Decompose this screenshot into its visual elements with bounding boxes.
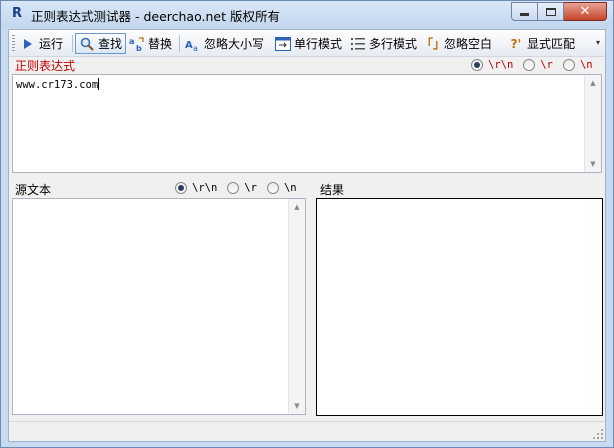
client-area: 运行 查找 ab 替换 Aa 忽略大小写 单行模式 多行模式 「」 忽略空白 ?… [8,29,606,442]
source-newline-cr-radio[interactable]: \r [227,182,257,194]
regex-newline-crlf-radio[interactable]: \r\n [471,59,513,71]
regex-scrollbar[interactable]: ▲ ▼ [584,75,601,172]
single-line-button[interactable]: 单行模式 [272,33,345,54]
run-label: 运行 [39,37,64,51]
scroll-down-icon[interactable]: ▼ [585,156,601,172]
regex-input-value: www.cr173.com [16,78,100,91]
toolbar-separator [72,35,73,52]
multi-line-button[interactable]: 多行模式 [347,33,420,54]
svg-text:a: a [193,44,198,52]
close-icon: ✕ [579,4,591,19]
radio-unchecked-icon [266,182,279,194]
radio-label: \n [283,182,297,194]
scroll-up-icon[interactable]: ▲ [585,75,601,91]
search-icon [79,36,95,52]
explicit-capture-button[interactable]: ?' 显式匹配 [505,33,578,54]
title-bar[interactable]: R 正则表达式测试器 - deerchao.net 版权所有 ✕ [1,1,613,28]
regex-newline-options: \r\n \r \n [471,59,593,71]
source-newline-lf-radio[interactable]: \n [266,182,297,194]
radio-label: \r\n [488,59,514,71]
minimize-icon [520,13,529,16]
status-bar [9,421,605,441]
result-panel[interactable] [316,198,603,416]
radio-label: \r\n [192,182,218,194]
radio-unchecked-icon [562,59,575,71]
scroll-up-icon[interactable]: ▲ [289,199,305,215]
result-label: 结果 [320,183,345,197]
scroll-down-icon[interactable]: ▼ [289,398,305,414]
app-window: R 正则表达式测试器 - deerchao.net 版权所有 ✕ 运行 查找 a… [0,0,614,448]
radio-label: \r [540,59,553,71]
source-text-input[interactable]: ▲ ▼ [12,198,306,415]
run-button[interactable]: 运行 [17,33,66,54]
replace-label: 替换 [148,37,173,51]
radio-unchecked-icon [523,59,536,71]
toolbar: 运行 查找 ab 替换 Aa 忽略大小写 单行模式 多行模式 「」 忽略空白 ?… [9,30,605,57]
single-line-icon [275,36,291,52]
multi-line-icon [350,36,366,52]
play-icon [20,36,36,52]
resize-grip-icon[interactable] [592,428,603,439]
maximize-icon [545,7,556,16]
regex-newline-lf-radio[interactable]: \n [562,59,593,71]
replace-icon: ab [129,36,145,52]
ignore-case-button[interactable]: Aa 忽略大小写 [182,33,267,54]
radio-unchecked-icon [227,182,240,194]
ignore-case-label: 忽略大小写 [204,37,265,51]
app-icon: R [11,6,22,21]
svg-text:b: b [136,44,142,52]
window-controls: ✕ [511,2,607,21]
regex-newline-cr-radio[interactable]: \r [523,59,553,71]
multi-line-label: 多行模式 [369,37,418,51]
ignore-whitespace-label: 忽略空白 [444,37,493,51]
text-caret [98,78,100,90]
regex-label: 正则表达式 [15,59,76,73]
single-line-label: 单行模式 [294,37,343,51]
explicit-capture-label: 显式匹配 [527,37,576,51]
radio-checked-icon [175,182,187,194]
whitespace-icon: 「」 [421,36,446,51]
question-icon: ?' [510,36,522,51]
window-title: 正则表达式测试器 - deerchao.net 版权所有 [31,9,280,24]
ignore-whitespace-button[interactable]: 「」 忽略空白 [421,33,495,54]
maximize-button[interactable] [538,2,564,21]
close-button[interactable]: ✕ [564,2,607,21]
regex-input[interactable]: www.cr173.com ▲ ▼ [12,74,602,173]
regex-text: www.cr173.com [16,79,99,91]
source-newline-crlf-radio[interactable]: \r\n [175,182,217,194]
toolbar-overflow-icon[interactable]: ▾ [593,36,603,50]
source-scrollbar[interactable]: ▲ ▼ [288,199,305,414]
radio-label: \r [244,182,257,194]
svg-text:a: a [129,37,134,46]
toolbar-grip[interactable] [12,35,15,52]
find-label: 查找 [98,37,123,51]
find-button[interactable]: 查找 [75,33,127,54]
toolbar-separator [179,35,180,52]
vertical-splitter[interactable] [308,176,314,417]
minimize-button[interactable] [511,2,538,21]
source-label: 源文本 [15,183,52,197]
case-icon: Aa [185,36,201,52]
svg-text:A: A [185,40,193,51]
source-newline-options: \r\n \r \n [175,182,297,194]
radio-checked-icon [471,59,483,71]
replace-button[interactable]: ab 替换 [126,33,175,54]
radio-label: \n [579,59,593,71]
